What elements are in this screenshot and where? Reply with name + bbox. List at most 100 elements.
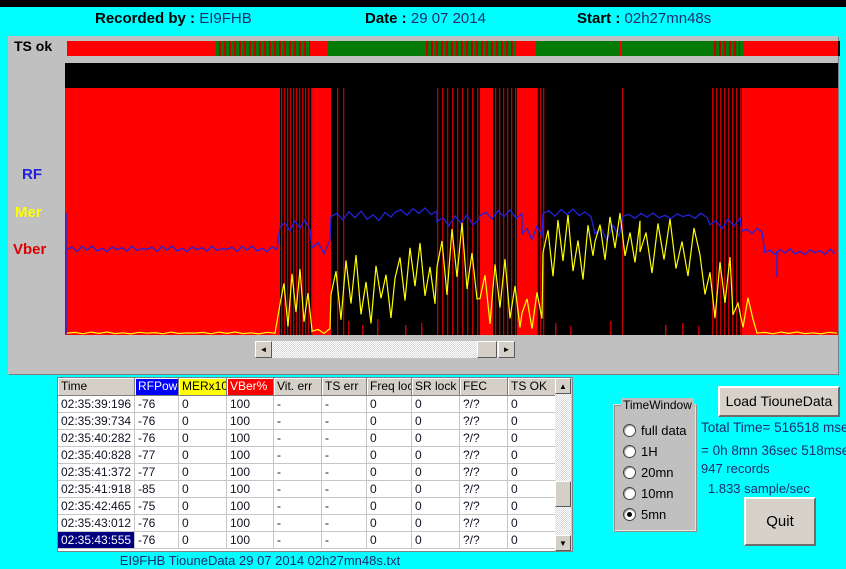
table-cell[interactable]: ?/? <box>460 515 508 532</box>
table-cell[interactable]: 0 <box>179 515 227 532</box>
table-cell[interactable]: - <box>322 447 367 464</box>
table-cell[interactable]: 0 <box>508 447 556 464</box>
table-cell[interactable]: 02:35:39:196 <box>58 396 135 413</box>
table-cell[interactable]: 0 <box>367 396 412 413</box>
table-cell[interactable]: - <box>274 481 322 498</box>
table-cell[interactable]: 0 <box>412 532 460 549</box>
table-vertical-scrollbar[interactable]: ▲ ▼ <box>555 378 572 551</box>
table-cell[interactable]: 0 <box>412 515 460 532</box>
table-cell[interactable]: - <box>322 515 367 532</box>
table-cell[interactable]: 100 <box>227 515 274 532</box>
table-cell[interactable]: 0 <box>179 532 227 549</box>
table-cell[interactable]: 100 <box>227 498 274 515</box>
table-cell[interactable]: - <box>322 498 367 515</box>
table-cell[interactable]: -85 <box>135 481 179 498</box>
table-cell[interactable]: 02:35:41:372 <box>58 464 135 481</box>
table-row[interactable]: 02:35:40:828-770100--00?/?0 <box>58 447 556 464</box>
table-cell[interactable]: 0 <box>367 464 412 481</box>
table-cell[interactable]: - <box>274 532 322 549</box>
table-cell[interactable]: - <box>274 498 322 515</box>
radio-option-10mn[interactable]: 10mn <box>623 485 674 501</box>
table-cell[interactable]: 0 <box>508 413 556 430</box>
hscroll-track[interactable] <box>272 341 498 358</box>
table-cell[interactable]: 0 <box>412 464 460 481</box>
table-cell[interactable]: 0 <box>367 481 412 498</box>
table-cell[interactable]: ?/? <box>460 396 508 413</box>
table-cell[interactable]: -76 <box>135 532 179 549</box>
radio-button[interactable] <box>623 508 636 521</box>
table-cell[interactable]: 0 <box>179 430 227 447</box>
table-row[interactable]: 02:35:41:918-850100--00?/?0 <box>58 481 556 498</box>
table-cell[interactable]: - <box>322 481 367 498</box>
table-cell[interactable]: 0 <box>179 396 227 413</box>
table-cell[interactable]: 0 <box>367 413 412 430</box>
table-row[interactable]: 02:35:39:734-760100--00?/?0 <box>58 413 556 430</box>
table-row[interactable]: 02:35:40:282-760100--00?/?0 <box>58 430 556 447</box>
table-cell[interactable]: -77 <box>135 464 179 481</box>
table-cell[interactable]: 0 <box>179 464 227 481</box>
table-cell[interactable]: ?/? <box>460 430 508 447</box>
scroll-left-button[interactable]: ◄ <box>255 341 272 358</box>
table-cell[interactable]: 02:35:39:734 <box>58 413 135 430</box>
chart-horizontal-scrollbar[interactable]: ◄ ► <box>255 341 515 358</box>
table-cell[interactable]: 02:35:43:012 <box>58 515 135 532</box>
table-cell[interactable]: 0 <box>412 447 460 464</box>
radio-option-full-data[interactable]: full data <box>623 422 687 438</box>
table-cell[interactable]: 0 <box>367 430 412 447</box>
load-tiounedata-button[interactable]: Load TiouneData <box>718 386 840 417</box>
radio-option-20mn[interactable]: 20mn <box>623 464 674 480</box>
table-row[interactable]: 02:35:42:465-750100--00?/?0 <box>58 498 556 515</box>
radio-option-5mn[interactable]: 5mn <box>623 506 666 522</box>
table-cell[interactable]: 100 <box>227 396 274 413</box>
table-row[interactable]: 02:35:39:196-760100--00?/?0 <box>58 396 556 413</box>
quit-button[interactable]: Quit <box>744 497 816 546</box>
table-cell[interactable]: - <box>322 464 367 481</box>
scroll-down-button[interactable]: ▼ <box>555 535 571 551</box>
table-cell[interactable]: 100 <box>227 481 274 498</box>
table-cell[interactable]: ?/? <box>460 498 508 515</box>
table-cell[interactable]: 0 <box>179 447 227 464</box>
table-cell[interactable]: 100 <box>227 532 274 549</box>
table-cell[interactable]: 0 <box>367 498 412 515</box>
scroll-up-button[interactable]: ▲ <box>555 378 571 394</box>
table-cell[interactable]: 0 <box>508 396 556 413</box>
table-cell[interactable]: 0 <box>508 464 556 481</box>
table-cell[interactable]: 0 <box>508 532 556 549</box>
table-cell[interactable]: -76 <box>135 515 179 532</box>
table-cell[interactable]: 100 <box>227 447 274 464</box>
table-cell[interactable]: 100 <box>227 430 274 447</box>
radio-option-1H[interactable]: 1H <box>623 443 658 459</box>
vscroll-thumb[interactable] <box>555 481 571 507</box>
table-cell[interactable]: - <box>322 413 367 430</box>
table-cell[interactable]: 0 <box>412 413 460 430</box>
table-cell[interactable]: 100 <box>227 413 274 430</box>
table-cell[interactable]: - <box>322 430 367 447</box>
table-cell[interactable]: 02:35:40:828 <box>58 447 135 464</box>
table-cell[interactable]: 0 <box>179 481 227 498</box>
table-cell[interactable]: - <box>274 413 322 430</box>
table-cell[interactable]: 0 <box>412 430 460 447</box>
hscroll-thumb[interactable] <box>477 341 497 358</box>
table-cell[interactable]: - <box>274 396 322 413</box>
table-cell[interactable]: -75 <box>135 498 179 515</box>
table-cell[interactable]: - <box>274 447 322 464</box>
scroll-right-button[interactable]: ► <box>498 341 515 358</box>
table-row[interactable]: 02:35:43:012-760100--00?/?0 <box>58 515 556 532</box>
records-table[interactable]: TimeRFPowerMERx10VBer%Vit. errTS errFreq… <box>57 377 573 552</box>
table-cell[interactable]: 0 <box>508 481 556 498</box>
table-cell[interactable]: 02:35:40:282 <box>58 430 135 447</box>
radio-button[interactable] <box>623 445 636 458</box>
radio-button[interactable] <box>623 487 636 500</box>
table-cell[interactable]: ?/? <box>460 481 508 498</box>
table-row[interactable]: 02:35:41:372-770100--00?/?0 <box>58 464 556 481</box>
table-cell[interactable]: - <box>274 430 322 447</box>
radio-button[interactable] <box>623 466 636 479</box>
table-cell[interactable]: 02:35:42:465 <box>58 498 135 515</box>
table-cell[interactable]: - <box>322 396 367 413</box>
table-cell[interactable]: 02:35:41:918 <box>58 481 135 498</box>
table-cell[interactable]: 0 <box>179 413 227 430</box>
table-cell[interactable]: - <box>274 464 322 481</box>
table-cell[interactable]: ?/? <box>460 464 508 481</box>
table-cell[interactable]: - <box>274 515 322 532</box>
table-cell[interactable]: 0 <box>508 515 556 532</box>
